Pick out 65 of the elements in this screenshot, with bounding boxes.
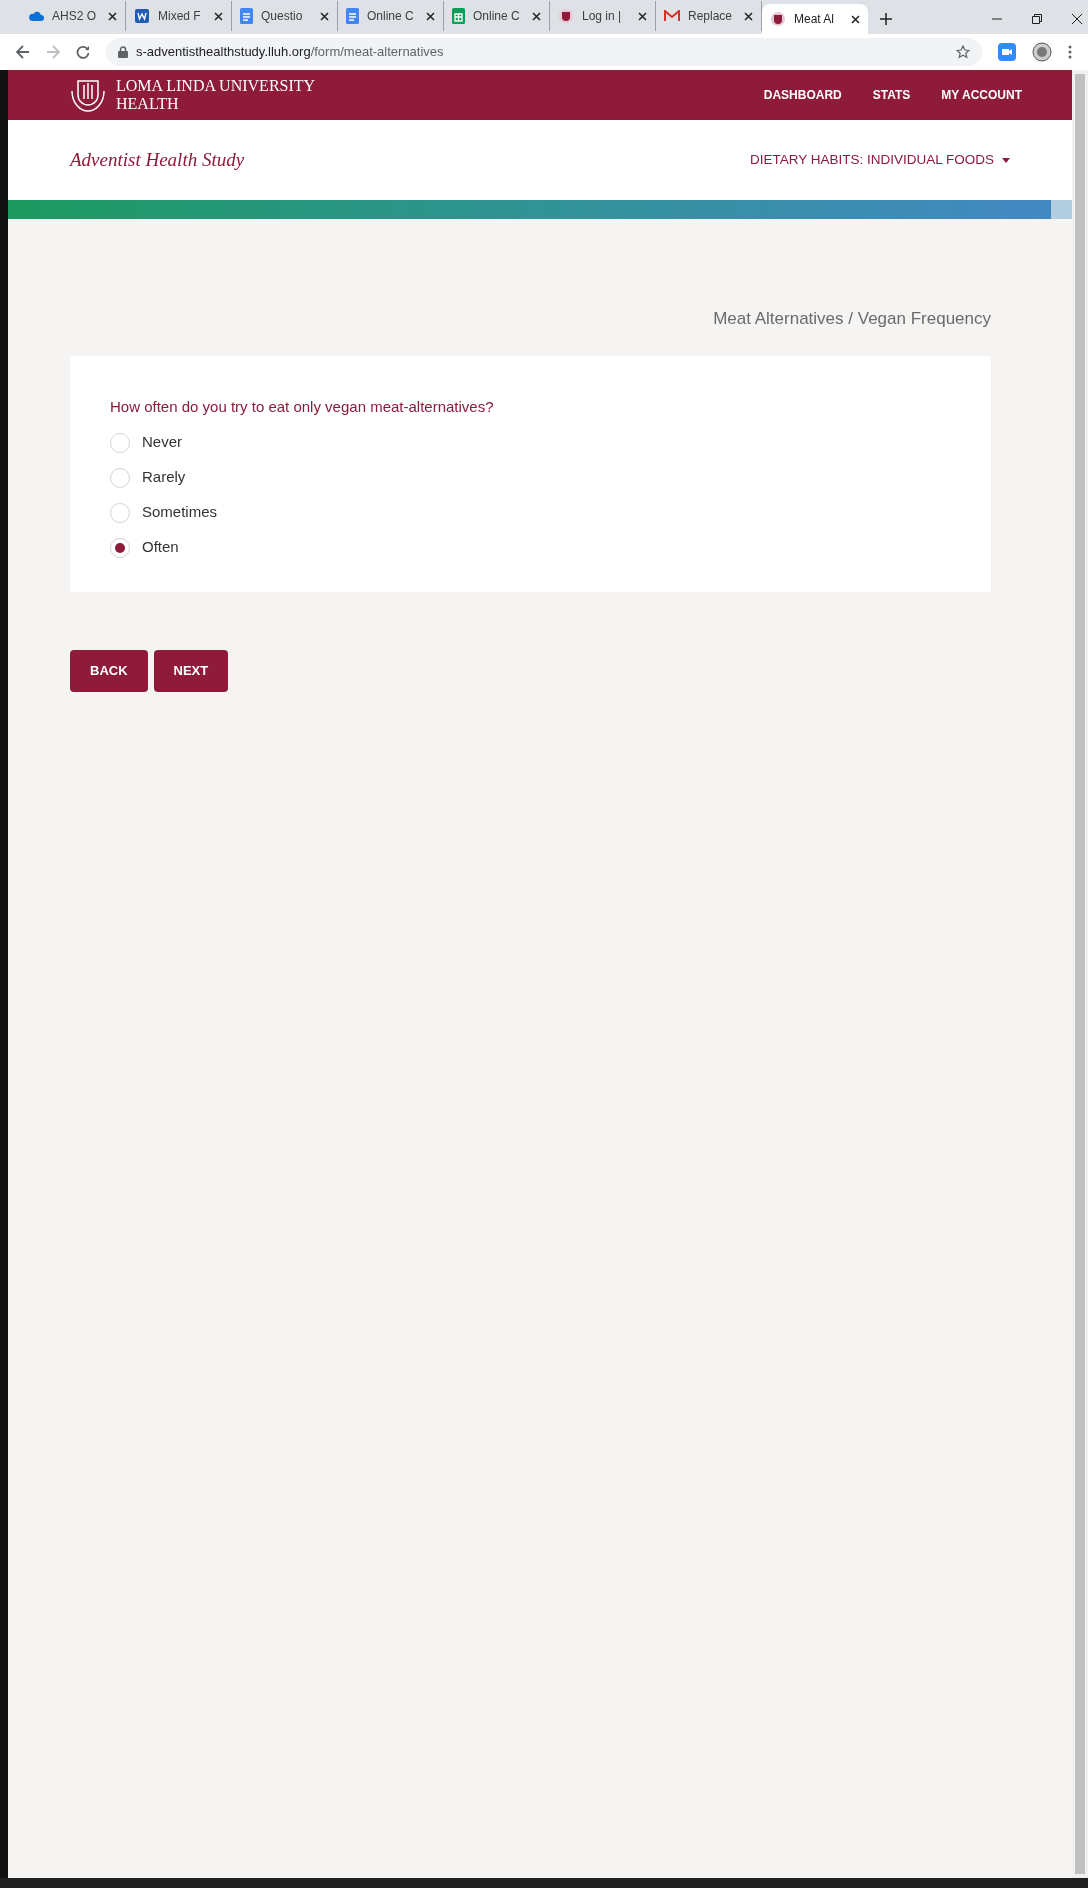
radio-button[interactable]: [110, 432, 130, 453]
browser-tab[interactable]: Mixed F: [126, 1, 232, 31]
question-text: How often do you try to eat only vegan meat-alternatives?: [110, 396, 495, 417]
close-icon[interactable]: [426, 11, 435, 21]
address-bar[interactable]: s-adventisthealthstudy.lluh.org/form/meat-alternatives: [106, 38, 982, 66]
study-title: Adventist Health Study: [70, 147, 245, 172]
logo-text: LOMA LINDA UNIVERSITY: [116, 77, 316, 95]
tab-title: Mixed F: [158, 8, 202, 25]
restore-icon[interactable]: [1032, 14, 1042, 24]
tab-title: Online C: [367, 8, 415, 25]
document-icon: [134, 8, 150, 24]
radio-button[interactable]: [110, 467, 130, 488]
section-dropdown[interactable]: DIETARY HABITS: INDIVIDUAL FOODS: [749, 149, 1010, 171]
nav-link[interactable]: DASHBOARD: [763, 86, 842, 104]
browser-tab[interactable]: AHS2 O: [20, 1, 126, 31]
breadcrumb: Meat Alternatives / Vegan Frequency: [713, 308, 991, 330]
option-label: Sometimes: [142, 502, 218, 523]
crest-logo-icon: [68, 77, 108, 113]
tab-title: Meat Al: [794, 11, 836, 28]
option-label: Rarely: [142, 467, 186, 488]
close-icon[interactable]: [744, 11, 753, 21]
tab-title: Online C: [473, 8, 521, 25]
option-label: Often: [142, 537, 179, 558]
caret-icon: [1002, 157, 1010, 163]
nav-link[interactable]: MY ACCOUNT: [941, 86, 1022, 104]
nav-button[interactable]: NEXT: [153, 650, 229, 692]
nav-link[interactable]: STATS: [872, 86, 911, 104]
tab-title: Log in |: [582, 8, 623, 25]
nav-button[interactable]: BACK: [70, 650, 148, 692]
tab-title: Questio: [261, 8, 304, 25]
reload-icon[interactable]: [76, 45, 90, 59]
radio-button[interactable]: [110, 537, 130, 558]
browser-tab[interactable]: Meat Al: [762, 4, 868, 34]
close-icon[interactable]: [320, 11, 329, 21]
tab-title: Replace: [688, 8, 734, 25]
close-icon[interactable]: [108, 11, 117, 21]
star-icon[interactable]: [956, 45, 970, 59]
option-label: Never: [142, 432, 182, 453]
lock-icon: [118, 46, 128, 58]
document-icon: [240, 8, 253, 24]
close-icon[interactable]: [851, 14, 860, 24]
browser-tab[interactable]: Questio: [232, 1, 338, 31]
spreadsheet-icon: [452, 8, 465, 24]
radio-button[interactable]: [110, 502, 130, 523]
logo-text: HEALTH: [116, 95, 180, 113]
document-icon: [346, 8, 359, 24]
mail-icon: [664, 10, 680, 22]
profile-icon[interactable]: [1032, 42, 1052, 62]
cloud-icon: [28, 10, 44, 22]
back-arrow-icon[interactable]: [16, 45, 30, 59]
close-icon[interactable]: [1072, 14, 1082, 24]
scrollbar-thumb[interactable]: [1075, 74, 1085, 1874]
browser-tab[interactable]: Online C: [444, 1, 550, 31]
url-text: s-adventisthealthstudy.lluh.org/form/meat-alternatives: [136, 43, 444, 62]
browser-tab[interactable]: Log in |: [550, 1, 656, 31]
video-camera-icon[interactable]: [998, 43, 1016, 61]
crest-icon: [558, 8, 574, 24]
close-icon[interactable]: [638, 11, 647, 21]
crest-icon: [770, 11, 786, 27]
close-icon[interactable]: [214, 11, 223, 21]
browser-tab[interactable]: Online C: [338, 1, 444, 31]
tab-title: AHS2 O: [52, 8, 97, 25]
menu-icon[interactable]: [1068, 45, 1072, 59]
close-icon[interactable]: [532, 11, 541, 21]
new-tab-icon[interactable]: [880, 13, 892, 25]
